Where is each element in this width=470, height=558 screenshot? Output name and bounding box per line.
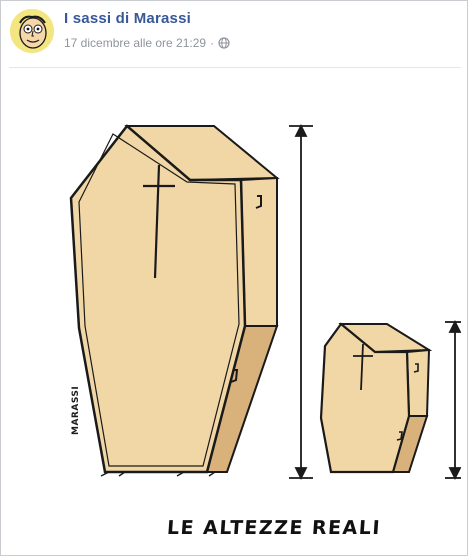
tall-coffin <box>69 124 280 477</box>
artist-signature: MARASSI <box>71 385 81 435</box>
cartoon-caption: LE ALTEZZE REALI <box>166 517 382 539</box>
meta-separator: · <box>210 36 215 50</box>
post-timestamp[interactable]: 17 dicembre alle ore 21:29 <box>64 36 206 50</box>
globe-icon[interactable] <box>218 37 230 49</box>
post-image-cartoon[interactable] <box>9 68 461 552</box>
post-card: I sassi di Marassi 17 dicembre alle ore … <box>0 0 468 556</box>
post-meta: 17 dicembre alle ore 21:29 · <box>64 36 230 50</box>
page-avatar[interactable] <box>10 9 54 53</box>
short-height-arrow <box>445 319 461 481</box>
post-header: I sassi di Marassi 17 dicembre alle ore … <box>1 1 469 67</box>
short-coffin <box>319 322 433 474</box>
page-name-link[interactable]: I sassi di Marassi <box>64 10 191 27</box>
tall-height-arrow <box>289 123 313 481</box>
avatar-caricature-icon <box>10 9 54 53</box>
